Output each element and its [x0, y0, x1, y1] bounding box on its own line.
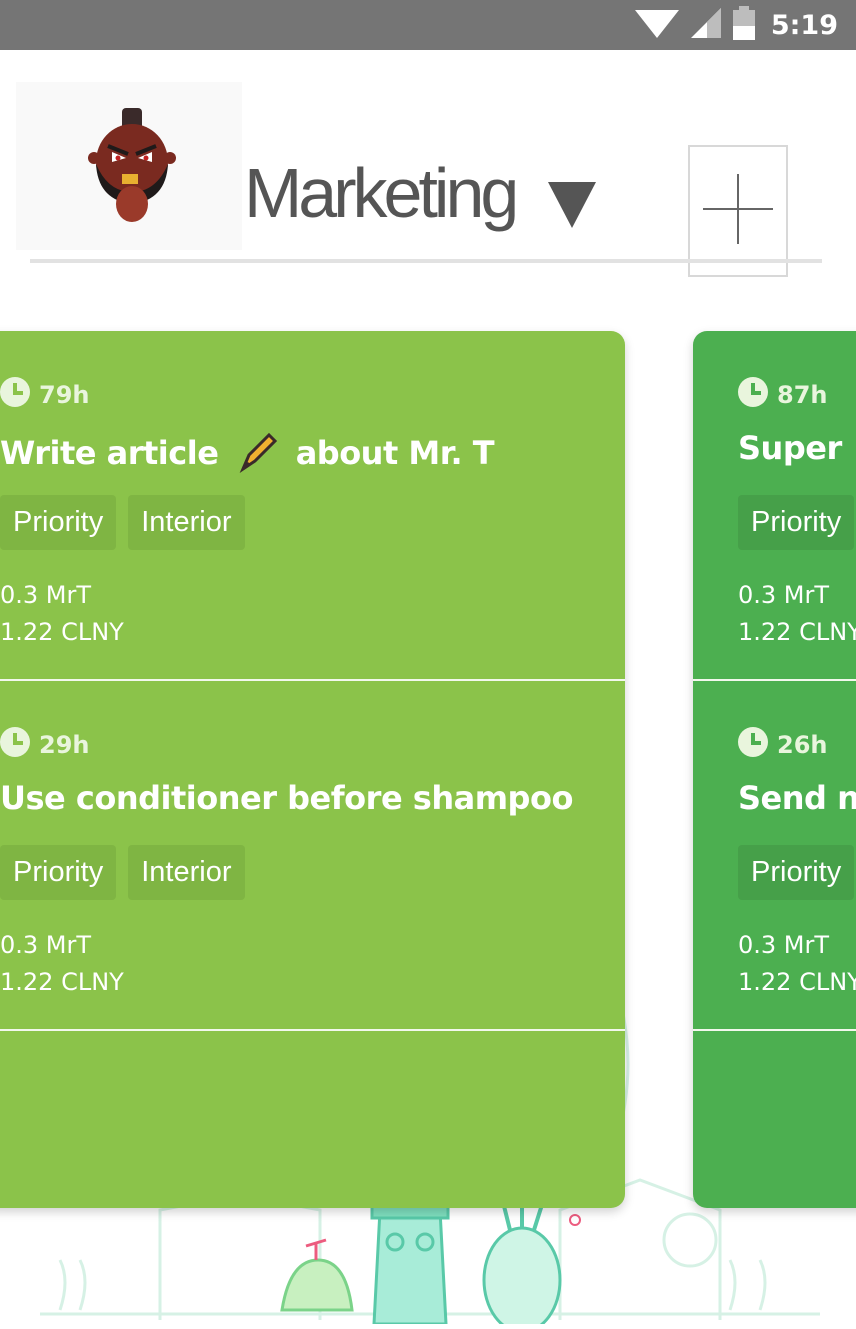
task-title: Send ne — [738, 779, 856, 817]
mr-t-avatar-icon — [88, 108, 176, 222]
task-time-value: 29h — [39, 731, 90, 759]
task-time-value: 26h — [777, 731, 828, 759]
task-title-text: Write article — [0, 434, 219, 472]
task-column: 87h Super Priority 0.3 MrT 1.22 CLNY 26h — [693, 331, 856, 1208]
header: Marketing — [0, 50, 856, 277]
tag-interior[interactable]: Interior — [128, 845, 245, 900]
header-divider — [30, 259, 822, 263]
task-tags: Priority Interior — [0, 495, 245, 550]
clock-icon — [0, 377, 30, 413]
task-time-value: 87h — [777, 381, 828, 409]
task-tags: Priority — [738, 845, 855, 900]
clock-icon — [0, 727, 30, 763]
task-time-value: 79h — [39, 381, 90, 409]
plus-icon — [703, 173, 773, 249]
task-title-text: Use conditioner before shampoo — [0, 779, 573, 817]
task-tags: Priority Interior — [0, 845, 245, 900]
clock-icon — [738, 377, 768, 413]
task-time: 26h — [738, 727, 827, 763]
task-column: 79h Write article about Mr. T Priority I… — [0, 331, 625, 1208]
avatar[interactable] — [16, 82, 242, 250]
task-amount: 1.22 CLNY — [0, 618, 124, 646]
task-time: 79h — [0, 377, 89, 413]
tag-priority[interactable]: Priority — [0, 495, 117, 550]
tag-priority[interactable]: Priority — [0, 845, 117, 900]
task-title: Super — [738, 429, 856, 469]
status-time: 5:19 — [770, 9, 838, 41]
task-amount: 0.3 MrT — [738, 931, 830, 959]
status-bar: 5:19 — [0, 0, 856, 50]
status-icons: 5:19 — [634, 0, 838, 50]
battery-icon — [732, 5, 755, 45]
task-amount: 0.3 MrT — [0, 931, 92, 959]
task-amount: 0.3 MrT — [738, 581, 830, 609]
task-card[interactable]: 87h Super Priority 0.3 MrT 1.22 CLNY — [693, 331, 856, 681]
task-card[interactable]: 29h Use conditioner before shampoo Prior… — [0, 681, 625, 1031]
dropdown-arrow-icon[interactable] — [548, 182, 596, 235]
signal-icon — [690, 7, 721, 43]
task-title-text: Super — [738, 429, 842, 467]
task-amount: 0.3 MrT — [0, 581, 92, 609]
task-amount: 1.22 CLNY — [0, 968, 124, 996]
tag-interior[interactable]: Interior — [128, 495, 245, 550]
clock-icon — [738, 727, 768, 763]
task-time: 87h — [738, 377, 827, 413]
task-tags: Priority — [738, 495, 855, 550]
task-title-text: about Mr. T — [295, 434, 495, 472]
task-title: Write article about Mr. T — [0, 429, 495, 481]
task-title-text: Send ne — [738, 779, 856, 817]
wifi-icon — [634, 8, 679, 43]
add-button[interactable] — [688, 145, 788, 277]
team-title[interactable]: Marketing — [244, 158, 519, 228]
task-amount: 1.22 CLNY — [738, 618, 856, 646]
task-title: Use conditioner before shampoo — [0, 779, 573, 817]
task-card[interactable]: 26h Send ne Priority 0.3 MrT 1.22 CLNY — [693, 681, 856, 1031]
tag-priority[interactable]: Priority — [738, 845, 855, 900]
tag-priority[interactable]: Priority — [738, 495, 855, 550]
task-time: 29h — [0, 727, 89, 763]
pen-icon — [235, 429, 279, 481]
task-amount: 1.22 CLNY — [738, 968, 856, 996]
task-card[interactable]: 79h Write article about Mr. T Priority I… — [0, 331, 625, 681]
